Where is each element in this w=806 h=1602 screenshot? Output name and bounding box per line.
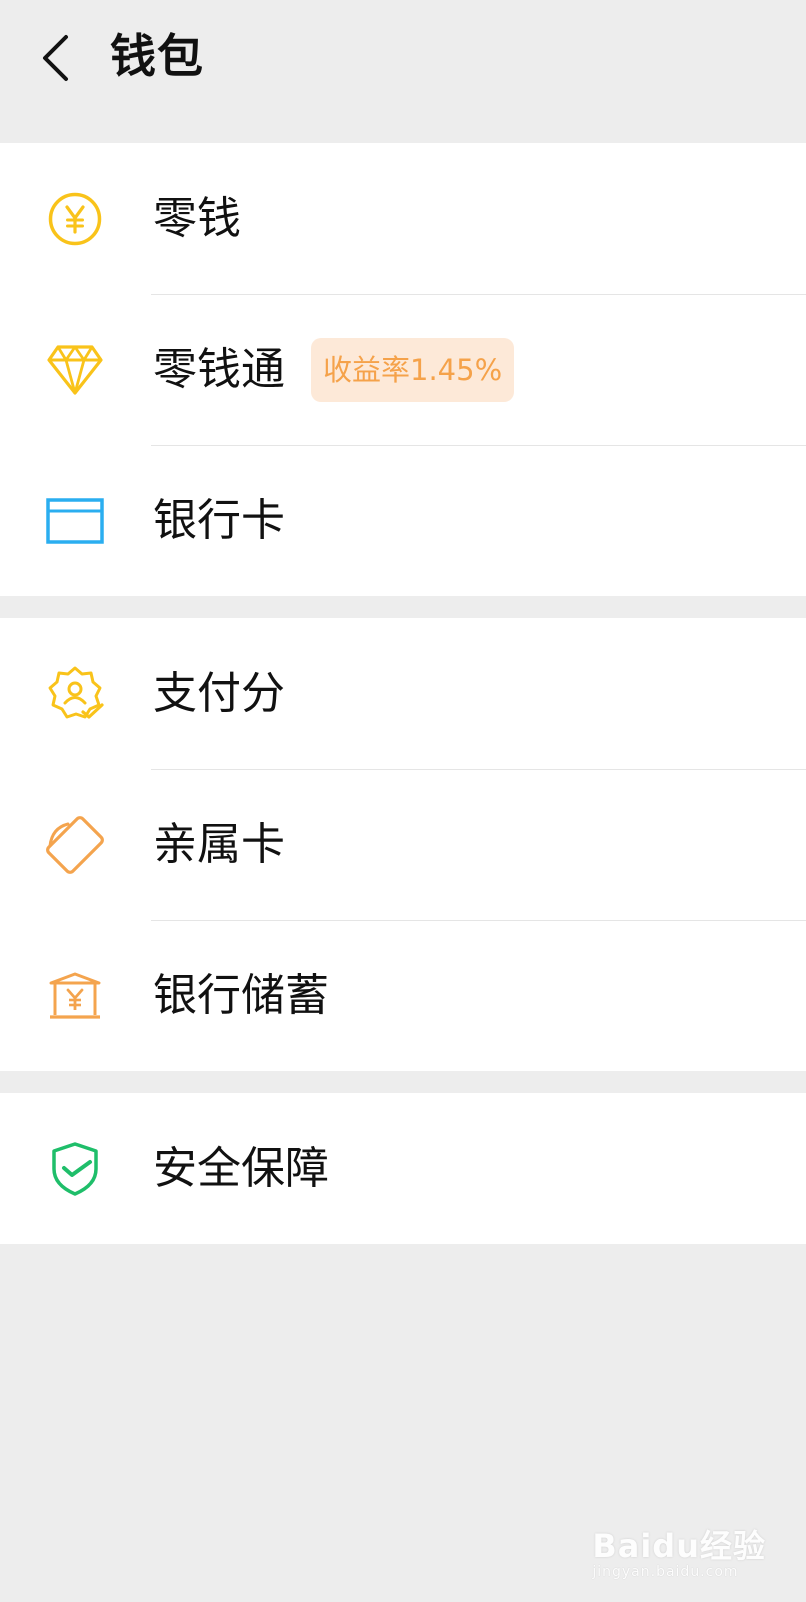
wallet-group-1: 零钱 零钱通 收益率1.45% 银行卡 — [0, 143, 806, 596]
family-card-icon — [46, 815, 104, 874]
baidu-watermark: Baidu经验 jingyan.baidu.com — [592, 1528, 766, 1580]
bank-savings-icon — [46, 967, 104, 1025]
menu-item-family-card[interactable]: 亲属卡 — [0, 769, 806, 920]
watermark-main: Baidu经验 — [592, 1527, 766, 1565]
menu-item-label: 零钱通 — [153, 343, 285, 395]
menu-item-label: 支付分 — [153, 667, 285, 719]
yuan-coin-icon — [46, 190, 104, 248]
nav-header: 钱包 — [0, 0, 806, 143]
shield-check-icon — [46, 1140, 104, 1198]
watermark-sub: jingyan.baidu.com — [592, 1564, 739, 1580]
diamond-icon — [46, 341, 104, 399]
menu-item-bank-card[interactable]: 银行卡 — [0, 445, 806, 596]
page-title: 钱包 — [110, 29, 204, 83]
badge-user-icon — [46, 665, 104, 723]
menu-item-change[interactable]: 零钱 — [0, 143, 806, 294]
menu-item-security[interactable]: 安全保障 — [0, 1093, 806, 1244]
yield-rate-badge: 收益率1.45% — [311, 337, 515, 402]
menu-item-label: 银行储蓄 — [153, 969, 329, 1021]
bank-card-icon — [46, 492, 104, 550]
chevron-left-icon — [43, 35, 68, 81]
menu-item-label: 亲属卡 — [153, 818, 285, 870]
menu-item-pay-score[interactable]: 支付分 — [0, 618, 806, 769]
wallet-group-3: 安全保障 — [0, 1093, 806, 1244]
menu-item-label: 零钱 — [153, 192, 241, 244]
back-button[interactable] — [38, 33, 72, 83]
wallet-group-2: 支付分 亲属卡 银行储蓄 — [0, 618, 806, 1071]
menu-item-bank-savings[interactable]: 银行储蓄 — [0, 920, 806, 1071]
menu-item-label: 银行卡 — [153, 494, 285, 546]
menu-item-change-plus[interactable]: 零钱通 收益率1.45% — [0, 294, 806, 445]
menu-item-label: 安全保障 — [153, 1142, 329, 1194]
